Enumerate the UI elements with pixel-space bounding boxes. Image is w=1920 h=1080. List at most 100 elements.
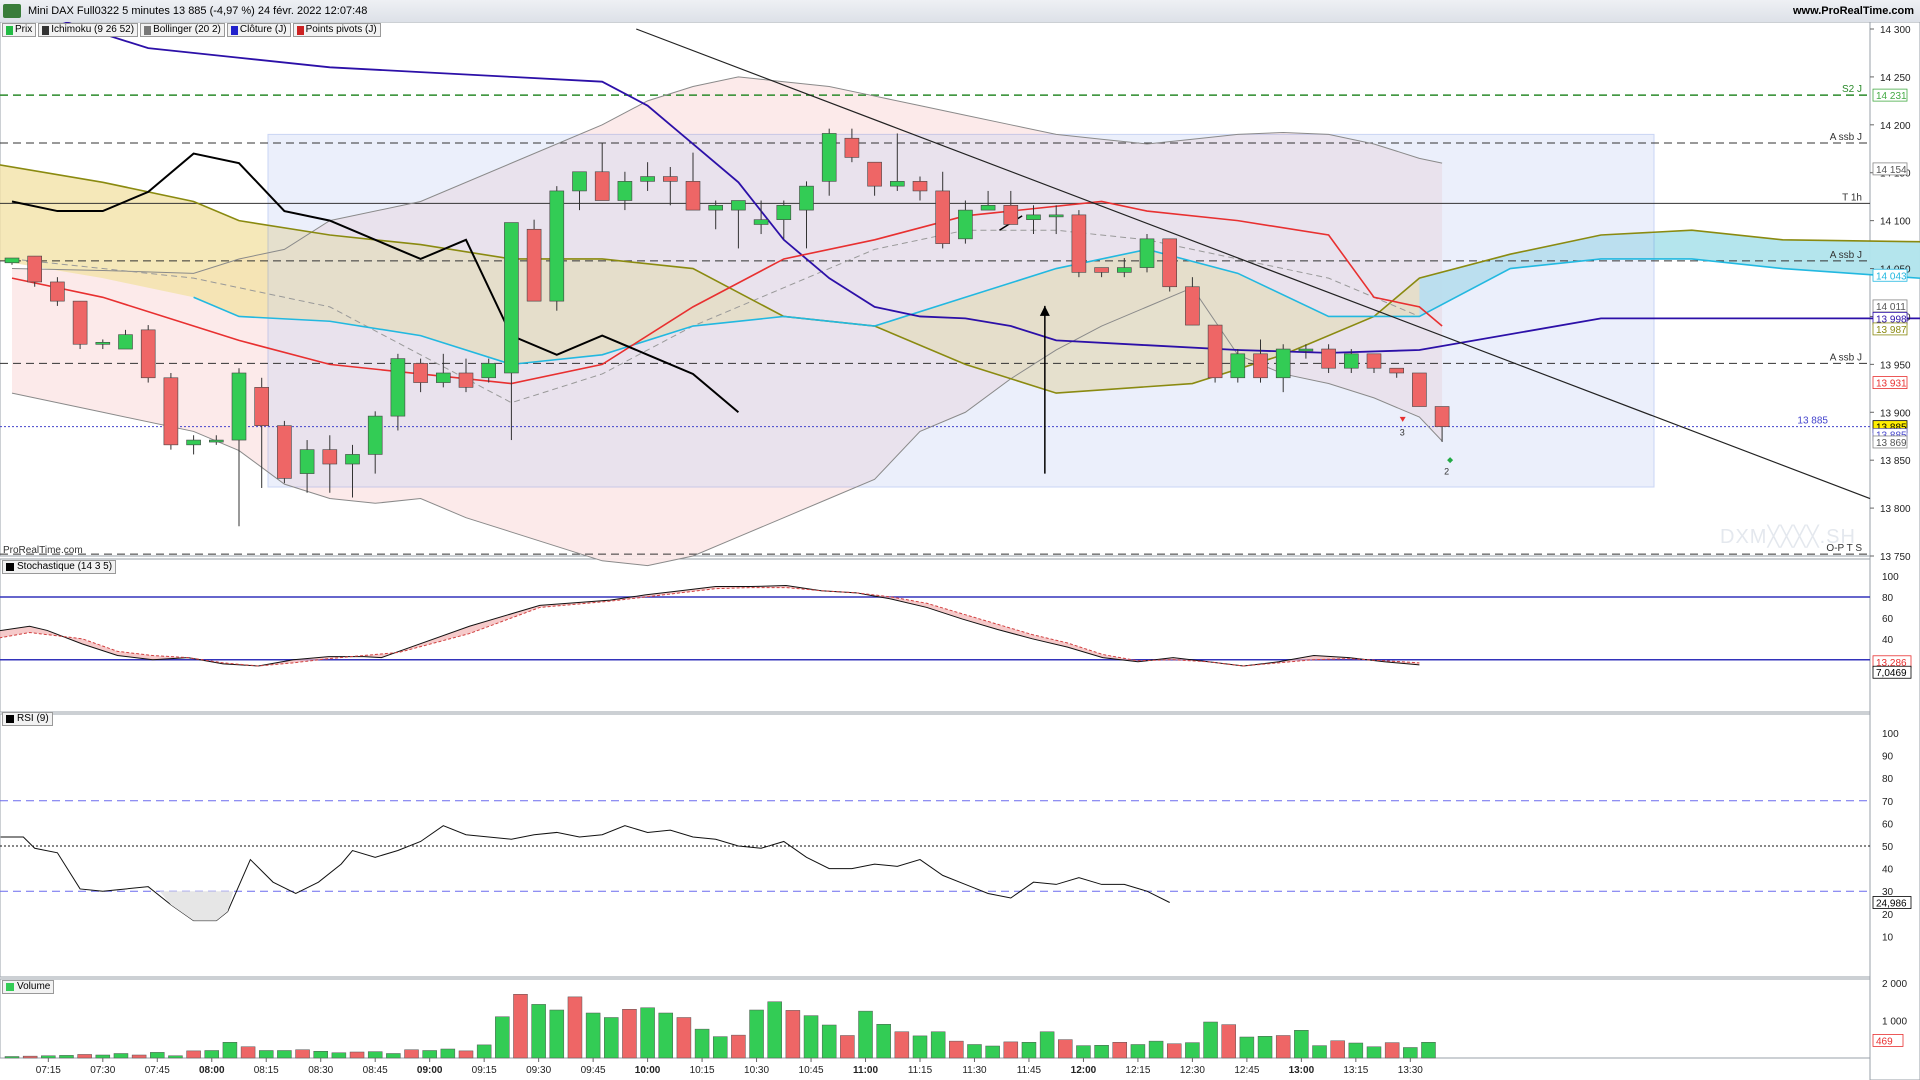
chart-area[interactable]: S2 JA ssb JT 1hA ssb JA ssb JO-P T S13 8…: [0, 22, 1920, 1080]
time-tick-label: 09:45: [581, 1065, 606, 1076]
candle-body: [435, 372, 451, 383]
candle-body: [799, 185, 814, 211]
volume-bar: [495, 1016, 510, 1059]
volume-bar: [1330, 1040, 1345, 1059]
volume-bar: [258, 1050, 274, 1059]
stoch-swatch-icon: [6, 563, 14, 571]
volume-bar: [1039, 1031, 1055, 1059]
candle-body: [390, 358, 406, 417]
candle-body: [254, 387, 269, 426]
volume-bar: [4, 1056, 20, 1059]
candle-body: [367, 415, 383, 455]
volume-bar: [204, 1050, 220, 1059]
time-tick-label: 13:30: [1398, 1065, 1423, 1076]
candle-body: [958, 209, 973, 240]
candle-body: [935, 190, 951, 244]
time-tick-label: 12:30: [1180, 1065, 1205, 1076]
volume-bar: [113, 1053, 129, 1059]
candle-body: [345, 454, 360, 465]
candle-body: [844, 137, 860, 158]
volume-bar: [567, 996, 583, 1059]
candle-body: [209, 439, 224, 443]
volume-tag-label: 469: [1876, 1036, 1893, 1047]
candle-body: [708, 205, 724, 211]
candle-body: [1026, 214, 1041, 220]
volume-bar: [749, 1009, 764, 1059]
candle-body: [299, 449, 315, 474]
price-tick-label: 13 950: [1880, 360, 1911, 371]
candle-body: [821, 133, 837, 182]
legend-cloture[interactable]: Clôture (J): [226, 23, 291, 37]
price-tag-label: 14 231: [1876, 91, 1907, 102]
volume-bar: [640, 1007, 655, 1059]
pivots-swatch-icon: [296, 25, 304, 35]
legend-points-pivots[interactable]: Points pivots (J): [292, 23, 381, 37]
price-tag-label: 14 043: [1876, 271, 1907, 282]
volume-swatch-icon: [6, 983, 14, 991]
level-label-current: 13 885: [1797, 416, 1828, 427]
candle-body: [481, 363, 497, 379]
candle-body: [118, 334, 133, 350]
bollinger-swatch-icon: [144, 25, 152, 35]
volume-bar: [476, 1044, 492, 1059]
volume-bar: [422, 1050, 437, 1059]
volume-bar: [694, 1028, 710, 1059]
window-title-bar: Mini DAX Full0322 5 minutes 13 885 (-4,9…: [0, 0, 1920, 23]
volume-bar: [821, 1024, 837, 1059]
candle-body: [1207, 324, 1223, 379]
candle-body: [731, 200, 746, 211]
volume-bar: [876, 1024, 891, 1059]
stoch-tick-label: 40: [1882, 635, 1894, 646]
time-tick-label: 10:45: [799, 1065, 824, 1076]
candle-body: [50, 281, 65, 302]
volume-bar: [622, 1009, 637, 1059]
volume-bar: [1003, 1041, 1019, 1059]
volume-bar: [59, 1055, 74, 1059]
level-label-3: A ssb J: [1830, 250, 1862, 261]
volume-tick-label: 1 000: [1882, 1017, 1907, 1028]
legend-ichimoku[interactable]: Ichimoku (9 26 52): [38, 23, 139, 37]
price-tick-label: 13 800: [1880, 504, 1911, 515]
volume-bar: [1058, 1039, 1073, 1059]
volume-bar: [549, 1009, 565, 1059]
rsi-panel-label[interactable]: RSI (9): [2, 712, 53, 726]
candle-body: [1048, 214, 1064, 218]
stoch-tick-label: 100: [1882, 572, 1899, 583]
volume-panel-label[interactable]: Volume: [2, 980, 55, 994]
candle-body: [867, 161, 882, 187]
volume-bar: [386, 1053, 401, 1059]
rsi-tick-label: 60: [1882, 819, 1894, 830]
legend-bollinger[interactable]: Bollinger (20 2): [140, 23, 225, 37]
website-link[interactable]: www.ProRealTime.com: [1793, 5, 1914, 17]
legend-prix[interactable]: Prix: [2, 23, 37, 37]
time-tick-label: 09:00: [417, 1065, 443, 1076]
volume-bar: [1203, 1021, 1218, 1059]
candle-body: [1366, 353, 1382, 369]
candle-body: [72, 300, 88, 345]
candle-body: [1253, 353, 1268, 379]
rsi-tick-label: 100: [1882, 729, 1899, 740]
candle-body: [912, 181, 928, 192]
stoch-panel-label[interactable]: Stochastique (14 3 5): [2, 560, 117, 574]
candle-body: [231, 372, 247, 441]
candle-body: [1094, 267, 1109, 273]
volume-bar: [1348, 1042, 1364, 1059]
volume-bar: [131, 1054, 147, 1059]
time-tick-label: 08:15: [254, 1065, 279, 1076]
volume-bar: [967, 1044, 982, 1059]
price-axis: [1869, 22, 1920, 1080]
volume-bar: [949, 1040, 964, 1059]
volume-bar: [712, 1036, 728, 1059]
candle-body: [776, 205, 792, 220]
level-label-0: S2 J: [1842, 84, 1862, 95]
rsi-tick-label: 20: [1882, 910, 1894, 921]
volume-bar: [531, 1004, 546, 1059]
candle-body: [549, 190, 565, 302]
price-tick-label: 13 750: [1880, 552, 1911, 563]
candle-body: [1344, 353, 1359, 369]
volume-bar: [349, 1051, 365, 1059]
volume-bar: [150, 1052, 165, 1059]
volume-tick-label: 2 000: [1882, 979, 1907, 990]
volume-bar: [367, 1051, 383, 1059]
stoch-tag-label: 7,0469: [1876, 668, 1907, 679]
